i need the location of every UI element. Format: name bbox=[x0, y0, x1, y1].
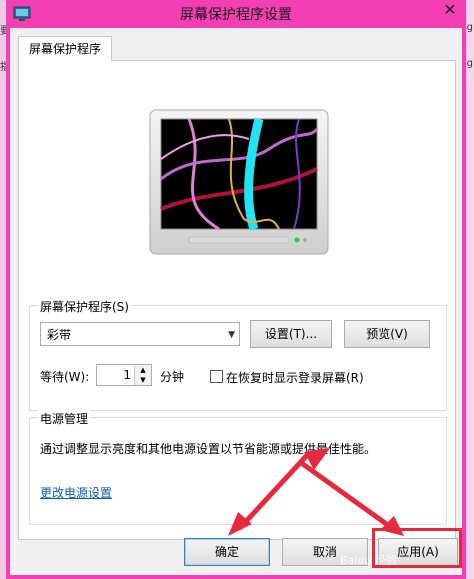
screensaver-preview-monitor bbox=[149, 109, 329, 255]
tab-screensaver[interactable]: 屏幕保护程序 bbox=[18, 36, 112, 61]
power-description: 通过调整显示亮度和其他电源设置以节省能源或提供最佳性能。 bbox=[40, 442, 377, 456]
wait-label: 等待(W): bbox=[40, 370, 90, 384]
close-icon: ✕ bbox=[443, 0, 457, 19]
resume-logon-checkbox[interactable] bbox=[210, 370, 223, 383]
screensaver-group: 屏幕保护程序(S) 彩带 ▼ 设置(T)... 预览(V) 等待(W): 1 ▲… bbox=[29, 298, 447, 411]
tab-panel: 屏幕保护程序(S) 彩带 ▼ 设置(T)... 预览(V) 等待(W): 1 ▲… bbox=[18, 60, 456, 540]
wait-minutes-input[interactable]: 1 ▲ ▼ bbox=[96, 364, 152, 386]
screensaver-group-label: 屏幕保护程序(S) bbox=[38, 298, 131, 315]
preview-button[interactable]: 预览(V) bbox=[344, 320, 430, 348]
dialog-client-area: 屏幕保护程序 屏幕保护程序(S) 彩带 ▼ 设置(T)... 预览(V) 等待(… bbox=[10, 28, 462, 575]
wait-spinner[interactable]: ▲ ▼ bbox=[134, 365, 151, 385]
change-power-settings-link[interactable]: 更改电源设置 bbox=[40, 484, 112, 501]
wait-minutes-value: 1 bbox=[123, 368, 131, 382]
right-strip-text: g bbox=[466, 22, 473, 33]
title-bar[interactable]: 屏幕保护程序设置 ✕ bbox=[6, 0, 466, 28]
screensaver-select-value: 彩带 bbox=[47, 328, 72, 342]
close-button[interactable]: ✕ bbox=[432, 0, 468, 22]
power-management-group: 电源管理 通过调整显示亮度和其他电源设置以节省能源或提供最佳性能。 更改电源设置 bbox=[29, 410, 447, 525]
spin-up-icon[interactable]: ▲ bbox=[135, 365, 151, 375]
power-group-label: 电源管理 bbox=[38, 410, 91, 427]
settings-button[interactable]: 设置(T)... bbox=[250, 320, 332, 348]
chevron-down-icon: ▼ bbox=[228, 330, 235, 340]
minutes-label: 分钟 bbox=[160, 370, 185, 384]
ok-button[interactable]: 确定 bbox=[184, 538, 270, 566]
screensaver-settings-dialog: 屏幕保护程序设置 ✕ 屏幕保护程序 屏幕保护程序(S) 彩带 ▼ 设置(T)..… bbox=[6, 0, 466, 579]
spin-down-icon[interactable]: ▼ bbox=[135, 375, 151, 385]
right-strip-text: g bbox=[466, 58, 473, 69]
window-title: 屏幕保护程序设置 bbox=[180, 7, 292, 23]
screensaver-select[interactable]: 彩带 ▼ bbox=[40, 322, 240, 346]
resume-logon-label[interactable]: 在恢复时显示登录屏幕(R) bbox=[226, 369, 364, 386]
baidu-watermark: Baidu 经验 bbox=[340, 554, 397, 567]
